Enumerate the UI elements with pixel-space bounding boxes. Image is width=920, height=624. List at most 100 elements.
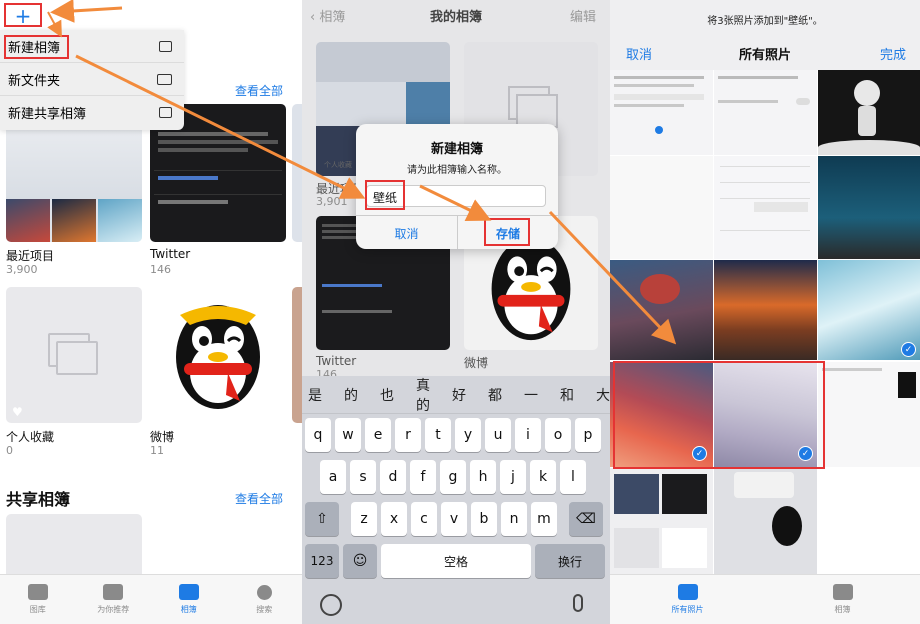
albums-icon bbox=[832, 584, 853, 600]
key-z[interactable]: z bbox=[351, 502, 377, 536]
key-n[interactable]: n bbox=[501, 502, 527, 536]
shift-icon: ⇧ bbox=[316, 511, 328, 527]
key-r[interactable]: r bbox=[395, 418, 421, 452]
album-thumb-partial[interactable] bbox=[292, 104, 302, 242]
candidate[interactable]: 和 bbox=[560, 385, 574, 405]
key-u[interactable]: u bbox=[485, 418, 511, 452]
key-v[interactable]: v bbox=[441, 502, 467, 536]
tab-albums[interactable]: 相簿 bbox=[159, 584, 219, 615]
key-l[interactable]: l bbox=[560, 460, 586, 494]
photo-tile[interactable] bbox=[714, 468, 817, 574]
photos-icon bbox=[27, 584, 48, 600]
candidate[interactable]: 也 bbox=[380, 385, 394, 405]
photo-tile[interactable] bbox=[610, 156, 713, 259]
selected-check-icon: ✓ bbox=[901, 342, 916, 357]
edit-button[interactable]: 编辑 bbox=[570, 6, 596, 25]
key-e[interactable]: e bbox=[365, 418, 391, 452]
menu-item-new-folder[interactable]: 新文件夹 bbox=[0, 63, 184, 96]
key-g[interactable]: g bbox=[440, 460, 466, 494]
nav-title: 所有照片 bbox=[738, 48, 791, 63]
menu-item-new-shared-album[interactable]: 新建共享相簿 bbox=[0, 96, 184, 129]
candidate[interactable]: 一 bbox=[524, 385, 538, 405]
album-thumb-favorites[interactable]: ♥ bbox=[6, 287, 142, 423]
menu-item-label: 新文件夹 bbox=[8, 73, 61, 89]
key-c[interactable]: c bbox=[411, 502, 437, 536]
emoji-key[interactable]: ☺ bbox=[343, 544, 377, 578]
tab-library[interactable]: 图库 bbox=[8, 584, 68, 615]
album-name: 微博 bbox=[150, 430, 175, 444]
album-name: Twitter bbox=[150, 247, 191, 261]
candidate[interactable]: 真的 bbox=[416, 375, 430, 415]
key-i[interactable]: i bbox=[515, 418, 541, 452]
key-w[interactable]: w bbox=[335, 418, 361, 452]
tab-label: 图库 bbox=[29, 605, 46, 614]
candidate[interactable]: 的 bbox=[344, 385, 358, 405]
key-t[interactable]: t bbox=[425, 418, 451, 452]
shared-album-thumb[interactable] bbox=[6, 514, 142, 574]
photo-tile[interactable] bbox=[610, 70, 713, 155]
heart-icon: ♥ bbox=[12, 405, 23, 419]
candidate[interactable]: 都 bbox=[488, 385, 502, 405]
key-h[interactable]: h bbox=[470, 460, 496, 494]
add-banner: 将3张照片添加到"壁纸"。 bbox=[707, 16, 823, 27]
tab-bar: 图库 为你推荐 相簿 搜索 bbox=[0, 574, 302, 624]
key-f[interactable]: f bbox=[410, 460, 436, 494]
tab-all-photos[interactable]: 所有照片 bbox=[658, 584, 718, 615]
album-thumb-weibo[interactable] bbox=[150, 287, 286, 423]
return-key[interactable]: 换行 bbox=[535, 544, 605, 578]
album-count: 3,900 bbox=[6, 263, 38, 276]
folder-add-icon bbox=[157, 73, 172, 85]
key-d[interactable]: d bbox=[380, 460, 406, 494]
done-button[interactable]: 完成 bbox=[880, 44, 906, 63]
highlight-add-button bbox=[4, 3, 42, 27]
photo-tile[interactable] bbox=[714, 156, 817, 259]
see-all-link[interactable]: 查看全部 bbox=[235, 490, 283, 507]
key-x[interactable]: x bbox=[381, 502, 407, 536]
key-b[interactable]: b bbox=[471, 502, 497, 536]
candidate[interactable]: 大 bbox=[596, 385, 610, 405]
highlight-save-button bbox=[484, 218, 530, 246]
photo-tile[interactable] bbox=[818, 70, 920, 155]
photo-tile[interactable] bbox=[818, 468, 920, 574]
highlight-new-album bbox=[4, 35, 69, 59]
shift-key[interactable]: ⇧ bbox=[305, 502, 339, 536]
album-name: 最近项目 bbox=[6, 249, 55, 263]
photo-tile[interactable]: ✓ bbox=[818, 260, 920, 360]
tab-label: 相簿 bbox=[180, 605, 197, 614]
photo-tile[interactable] bbox=[714, 70, 817, 155]
photo-grid: ✓ ✓ ✓ bbox=[610, 70, 920, 574]
dialog-message: 请为此相簿输入名称。 bbox=[407, 165, 507, 176]
key-o[interactable]: o bbox=[545, 418, 571, 452]
see-all-link[interactable]: 查看全部 bbox=[235, 82, 283, 99]
key-s[interactable]: s bbox=[350, 460, 376, 494]
key-q[interactable]: q bbox=[305, 418, 331, 452]
cancel-button[interactable]: 取消 bbox=[356, 225, 457, 242]
space-key[interactable]: 空格 bbox=[381, 544, 531, 578]
candidate[interactable]: 好 bbox=[452, 385, 466, 405]
photo-tile[interactable] bbox=[714, 260, 817, 360]
key-m[interactable]: m bbox=[531, 502, 557, 536]
album-name: Twitter bbox=[316, 354, 357, 368]
select-photos-screen: 将3张照片添加到"壁纸"。 取消 所有照片 完成 ✓ ✓ ✓ 所有照片 相簿 bbox=[610, 0, 920, 624]
photo-tile[interactable] bbox=[818, 362, 920, 467]
key-p[interactable]: p bbox=[575, 418, 601, 452]
key-k[interactable]: k bbox=[530, 460, 556, 494]
album-thumb-partial[interactable] bbox=[292, 287, 302, 423]
album-name: 个人收藏 bbox=[6, 430, 55, 444]
delete-key[interactable]: ⌫ bbox=[569, 502, 603, 536]
key-a[interactable]: a bbox=[320, 460, 346, 494]
photo-tile[interactable] bbox=[818, 156, 920, 259]
key-j[interactable]: j bbox=[500, 460, 526, 494]
photo-tile[interactable] bbox=[610, 260, 713, 360]
microphone-icon[interactable] bbox=[573, 594, 583, 612]
tab-search[interactable]: 搜索 bbox=[234, 584, 294, 615]
key-y[interactable]: y bbox=[455, 418, 481, 452]
candidate[interactable]: 是 bbox=[308, 385, 322, 405]
tab-bar: 所有照片 相簿 bbox=[610, 574, 920, 624]
penguin-icon bbox=[176, 305, 260, 409]
globe-icon[interactable] bbox=[320, 594, 342, 616]
tab-for-you[interactable]: 为你推荐 bbox=[83, 584, 143, 615]
photo-tile[interactable] bbox=[610, 468, 713, 574]
numbers-key[interactable]: 123 bbox=[305, 544, 339, 578]
tab-albums[interactable]: 相簿 bbox=[813, 584, 873, 615]
